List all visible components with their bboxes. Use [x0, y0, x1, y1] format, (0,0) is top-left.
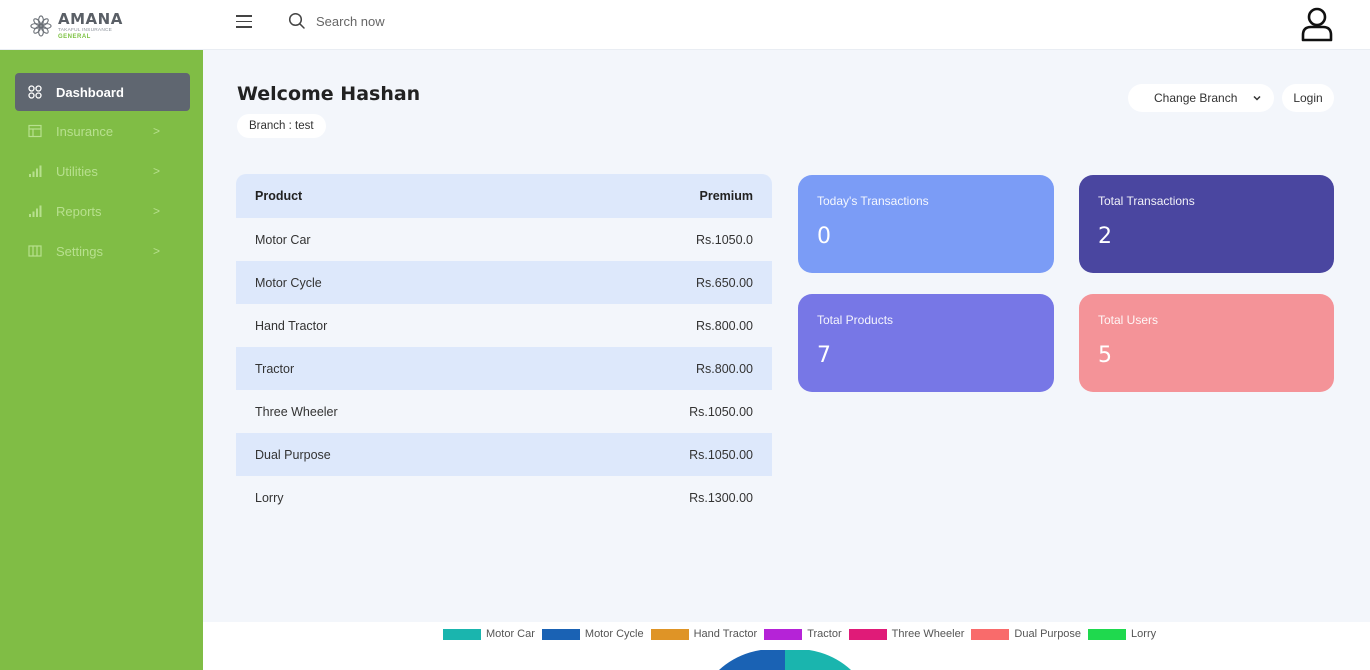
brand-name: AMANA [58, 10, 123, 29]
premium-cell: Rs.800.00 [526, 347, 772, 390]
page-title: Welcome Hashan [237, 83, 421, 105]
table-row: Lorry Rs.1300.00 [236, 476, 772, 519]
legend-label: Tractor [807, 628, 842, 640]
column-header-product: Product [236, 174, 527, 218]
card-total-transactions[interactable]: Total Transactions 2 [1079, 175, 1334, 273]
legend-item[interactable]: Tractor [764, 628, 842, 640]
card-title: Total Products [817, 313, 894, 327]
product-table: Product Premium Motor Car Rs.1050.0 Moto… [236, 174, 772, 519]
premium-cell: Rs.1050.0 [526, 218, 772, 261]
table-row: Hand Tractor Rs.800.00 [236, 304, 772, 347]
legend-swatch [848, 628, 887, 640]
legend-item[interactable]: Hand Tractor [650, 628, 758, 640]
pie-slice-motor-cycle [719, 650, 785, 670]
table-row: Motor Car Rs.1050.0 [236, 218, 772, 261]
legend-swatch [443, 628, 481, 640]
product-cell: Tractor [236, 347, 527, 390]
card-todays-transactions[interactable]: Today's Transactions 0 [798, 175, 1054, 273]
table-row: Three Wheeler Rs.1050.00 [236, 390, 772, 433]
product-cell: Motor Car [236, 218, 527, 261]
sidebar-item-insurance[interactable]: Insurance > [15, 112, 190, 150]
product-cell: Hand Tractor [236, 304, 527, 347]
sidebar-item-label: Reports [56, 203, 102, 219]
branch-badge: Branch : test [237, 114, 326, 138]
table-row: Dual Purpose Rs.1050.00 [236, 433, 772, 476]
card-value: 0 [817, 224, 831, 249]
chevron-right-icon: > [153, 164, 161, 178]
sidebar-item-label: Utilities [56, 163, 98, 179]
table-row: Motor Cycle Rs.650.00 [236, 261, 772, 304]
search-icon[interactable] [288, 12, 306, 30]
legend-label: Dual Purpose [1014, 628, 1082, 640]
legend-swatch [971, 628, 1010, 640]
legend-item[interactable]: Motor Cycle [541, 628, 644, 640]
branch-select-label: Change Branch [1154, 91, 1238, 105]
sidebar-item-label: Insurance [56, 123, 114, 139]
card-total-products[interactable]: Total Products 7 [798, 294, 1054, 392]
product-cell: Dual Purpose [236, 433, 527, 476]
premium-cell: Rs.1050.00 [526, 390, 772, 433]
card-title: Total Users [1098, 313, 1159, 327]
sidebar-item-reports[interactable]: Reports > [15, 192, 190, 230]
search-input[interactable] [316, 13, 516, 29]
bar-chart-icon [29, 165, 42, 177]
premium-cell: Rs.1300.00 [526, 476, 772, 519]
chevron-right-icon: > [153, 124, 161, 138]
legend-swatch [541, 628, 580, 640]
brand-logo[interactable]: AMANA TAKAFUL INSURANCE GENERAL [30, 10, 150, 42]
user-icon[interactable] [1300, 6, 1334, 42]
legend-label: Three Wheeler [891, 628, 965, 640]
chevron-right-icon: > [153, 204, 161, 218]
chart-legend: Motor Car Motor Cycle Hand Tractor Tractor T… [443, 628, 1163, 640]
premium-cell: Rs.1050.00 [526, 433, 772, 476]
brand-text: AMANA TAKAFUL INSURANCE GENERAL [58, 12, 123, 40]
pie-slice-motor-car [785, 650, 851, 670]
table-header-row: Product Premium [236, 174, 772, 218]
legend-item[interactable]: Dual Purpose [971, 628, 1081, 640]
legend-label: Motor Cycle [584, 628, 644, 640]
legend-item[interactable]: Motor Car [443, 628, 535, 640]
table-icon [28, 124, 42, 138]
product-cell: Three Wheeler [236, 390, 527, 433]
column-header-premium: Premium [526, 174, 772, 218]
flower-icon [30, 15, 52, 37]
card-title: Total Transactions [1098, 194, 1195, 208]
card-title: Today's Transactions [817, 194, 929, 208]
search-bar [288, 12, 516, 30]
change-branch-select[interactable]: Change Branch [1128, 84, 1274, 112]
legend-item[interactable]: Three Wheeler [848, 628, 965, 640]
legend-label: Lorry [1131, 628, 1157, 640]
legend-swatch [1088, 628, 1127, 640]
legend-label: Hand Tractor [693, 628, 758, 640]
bar-chart-icon [29, 205, 42, 217]
columns-icon [28, 245, 42, 257]
legend-swatch [650, 628, 689, 640]
card-value: 2 [1098, 224, 1112, 249]
sidebar-item-label: Settings [56, 243, 103, 259]
table-row: Tractor Rs.800.00 [236, 347, 772, 390]
top-bar: AMANA TAKAFUL INSURANCE GENERAL [0, 0, 1370, 50]
sidebar-item-settings[interactable]: Settings > [15, 232, 190, 270]
product-cell: Lorry [236, 476, 527, 519]
card-total-users[interactable]: Total Users 5 [1079, 294, 1334, 392]
sidebar-item-utilities[interactable]: Utilities > [15, 152, 190, 190]
legend-item[interactable]: Lorry [1088, 628, 1156, 640]
card-value: 5 [1098, 343, 1112, 368]
sidebar: Dashboard Insurance > Utilities > Report… [0, 50, 203, 670]
premium-cell: Rs.800.00 [526, 304, 772, 347]
card-value: 7 [817, 343, 831, 368]
legend-label: Motor Car [486, 628, 535, 640]
menu-toggle-icon[interactable] [236, 15, 252, 29]
brand-division: GENERAL [58, 33, 91, 40]
chevron-down-icon [1253, 95, 1261, 101]
legend-swatch [764, 628, 803, 640]
grid-icon [28, 85, 42, 99]
pie-chart [719, 650, 851, 670]
product-cell: Motor Cycle [236, 261, 527, 304]
chevron-right-icon: > [153, 244, 161, 258]
sidebar-item-label: Dashboard [56, 84, 124, 100]
login-button[interactable]: Login [1282, 84, 1334, 112]
sidebar-item-dashboard[interactable]: Dashboard [15, 73, 190, 111]
premium-cell: Rs.650.00 [526, 261, 772, 304]
